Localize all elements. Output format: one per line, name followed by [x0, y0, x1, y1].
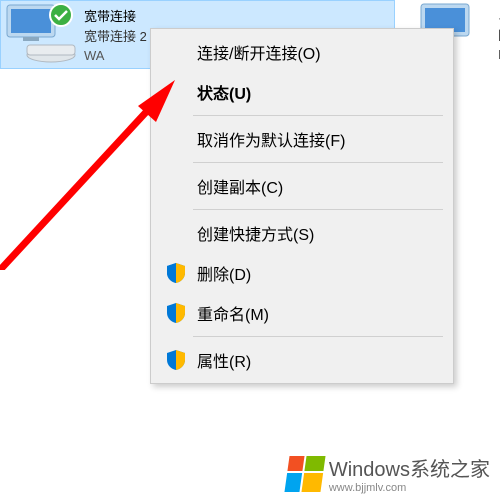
menu-properties[interactable]: 属性(R) [153, 340, 451, 380]
menu-label: 重命名(M) [197, 307, 269, 324]
menu-create-copy[interactable]: 创建副本(C) [153, 166, 451, 206]
menu-label: 属性(R) [197, 354, 251, 371]
context-menu: 连接/断开连接(O) 状态(U) 取消作为默认连接(F) 创建副本(C) 创建快… [150, 28, 454, 384]
uac-shield-icon [167, 350, 185, 370]
watermark-url: www.bjjmlv.com [329, 482, 490, 494]
menu-connect-disconnect[interactable]: 连接/断开连接(O) [153, 32, 451, 72]
adapter-title: 宽带连接 [84, 7, 147, 27]
adapter-status: 宽带连接 2 [84, 27, 147, 47]
menu-status[interactable]: 状态(U) [153, 72, 451, 112]
menu-delete[interactable]: 删除(D) [153, 253, 451, 293]
adapter-device: WA [84, 46, 147, 66]
annotation-arrow [0, 80, 175, 270]
menu-separator [193, 115, 443, 116]
adapter-info: 宽带连接 宽带连接 2 WA [84, 3, 147, 66]
menu-rename[interactable]: 重命名(M) [153, 293, 451, 333]
windows-logo-icon [284, 456, 325, 492]
uac-shield-icon [167, 303, 185, 323]
menu-separator [193, 209, 443, 210]
watermark-text: Windows系统之家 [329, 453, 490, 482]
menu-separator [193, 336, 443, 337]
menu-label: 删除(D) [197, 267, 251, 284]
uac-shield-icon [167, 263, 185, 283]
menu-cancel-default[interactable]: 取消作为默认连接(F) [153, 119, 451, 159]
menu-create-shortcut[interactable]: 创建快捷方式(S) [153, 213, 451, 253]
adapter-icon [3, 3, 78, 63]
menu-separator [193, 162, 443, 163]
watermark: Windows系统之家 www.bjjmlv.com [277, 447, 500, 500]
